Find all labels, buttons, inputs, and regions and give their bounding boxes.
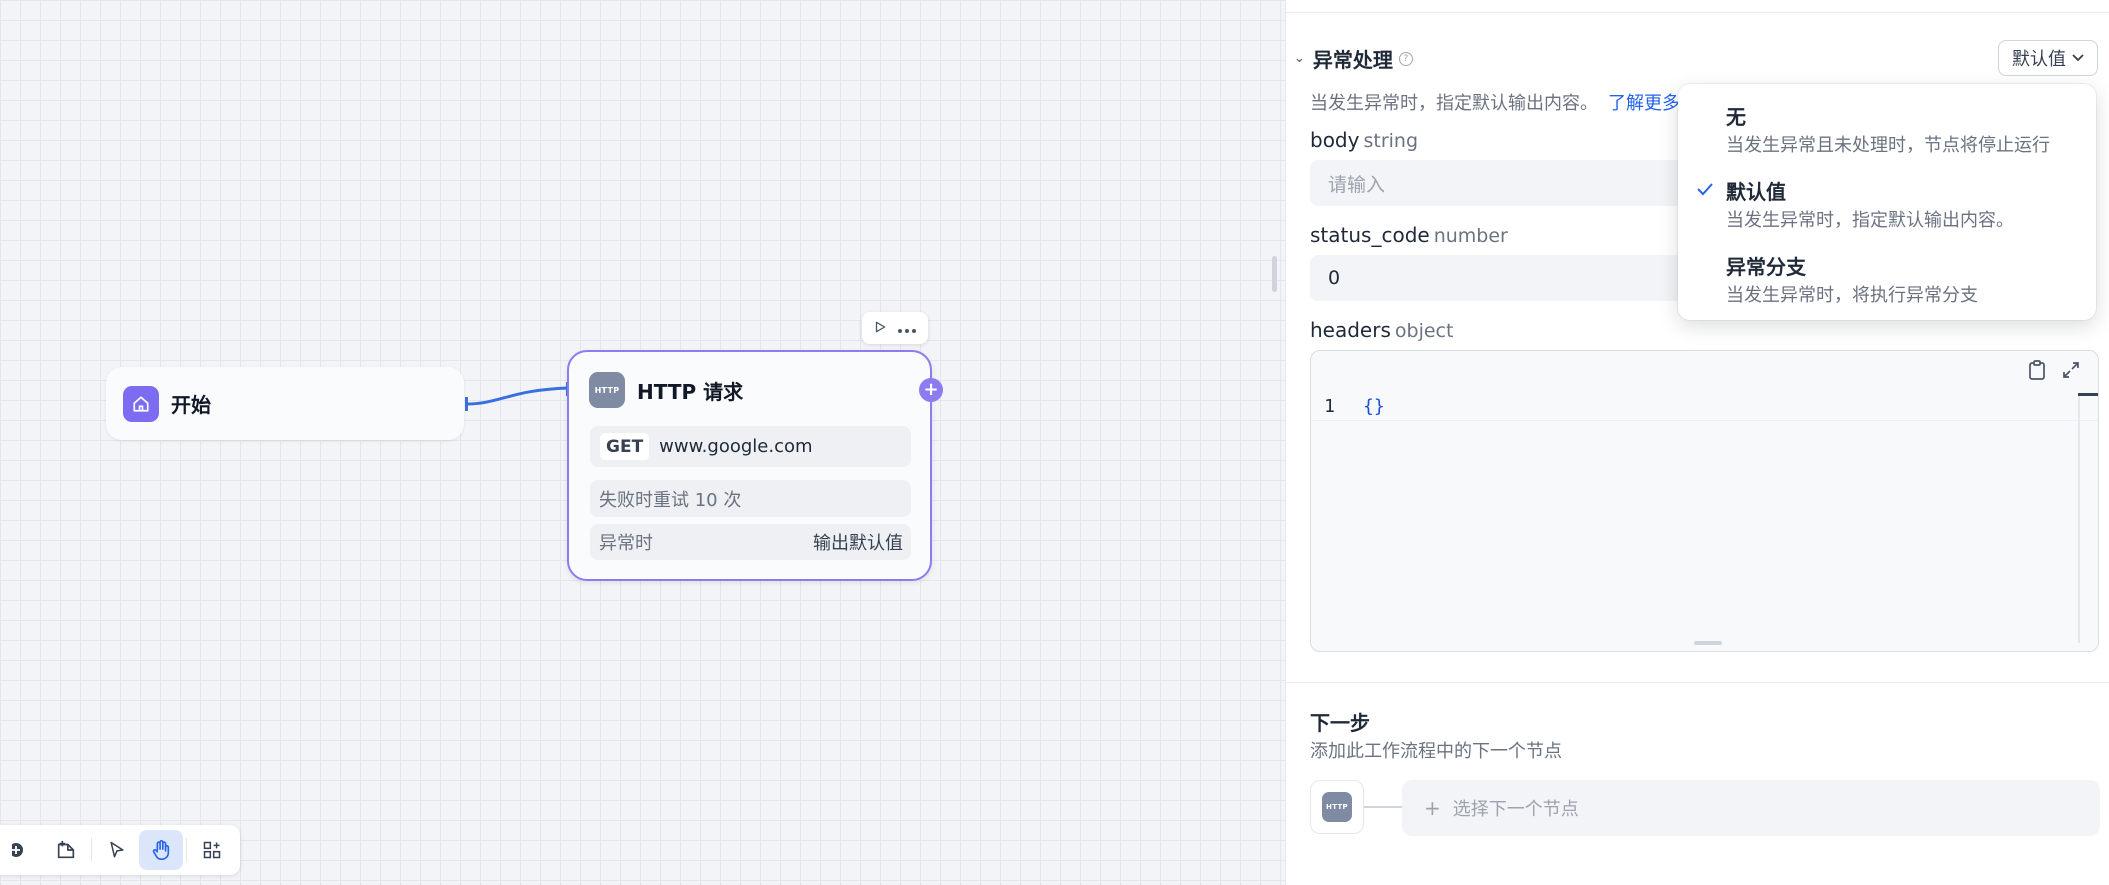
hand-icon[interactable] xyxy=(139,830,183,870)
error-handling-description: 当发生异常时，指定默认输出内容。 了解更多 xyxy=(1310,93,1680,114)
code-content: {} xyxy=(1363,396,1385,417)
organize-nodes-icon[interactable] xyxy=(190,830,234,870)
add-node-icon[interactable] xyxy=(0,830,44,870)
clipboard-icon[interactable] xyxy=(2028,360,2046,384)
line-number: 1 xyxy=(1324,396,1335,417)
node-action-toolbar xyxy=(862,312,928,344)
help-icon[interactable]: ? xyxy=(1398,51,1413,66)
run-icon[interactable] xyxy=(873,319,887,338)
canvas-toolbar xyxy=(0,825,240,875)
status-code-value: 0 xyxy=(1328,267,1341,289)
workflow-canvas[interactable]: 开始 HTTP HTTP 请求 GET www.google.com 失败时重试… xyxy=(0,0,1285,885)
current-node-thumbnail: HTTP xyxy=(1310,780,1364,834)
panel-resize-handle[interactable] xyxy=(1272,256,1277,292)
start-node-title: 开始 xyxy=(171,393,211,417)
pointer-icon[interactable] xyxy=(95,830,139,870)
error-mode-value: 默认值 xyxy=(2012,49,2066,70)
next-step-title: 下一步 xyxy=(1310,711,1370,735)
edge-connector xyxy=(465,382,569,411)
retry-info: 失败时重试 10 次 xyxy=(590,480,911,517)
option-title: 无 xyxy=(1726,105,1746,129)
http-node-title: HTTP 请求 xyxy=(637,379,744,404)
plus-icon: + xyxy=(1424,796,1441,820)
option-fail-branch[interactable]: 异常分支 当发生异常时，将执行异常分支 xyxy=(1678,251,2096,323)
option-description: 当发生异常时，指定默认输出内容。 xyxy=(1726,210,2014,231)
code-line[interactable]: 1 {} xyxy=(1311,393,2098,421)
select-next-node-label: 选择下一个节点 xyxy=(1452,799,1579,820)
option-description: 当发生异常时，将执行异常分支 xyxy=(1726,285,1978,306)
editor-resize-handle[interactable] xyxy=(1694,641,1722,645)
add-next-node-handle[interactable]: + xyxy=(919,378,943,402)
start-node[interactable]: 开始 xyxy=(106,367,464,440)
error-handling-title: 异常处理 xyxy=(1312,48,1393,72)
request-url-row: GET www.google.com xyxy=(590,426,911,467)
headers-code-editor[interactable]: 1 {} xyxy=(1310,350,2099,652)
more-icon[interactable] xyxy=(897,319,917,338)
expand-icon[interactable] xyxy=(2062,361,2080,383)
status-code-field-label: status_code number xyxy=(1310,223,1508,247)
error-handling-info: 异常时 输出默认值 xyxy=(590,524,911,560)
http-icon: HTTP xyxy=(589,372,625,408)
body-field-label: body string xyxy=(1310,128,1419,152)
option-title: 异常分支 xyxy=(1726,255,1806,279)
headers-field-label: headers object xyxy=(1310,318,1454,342)
error-label: 异常时 xyxy=(599,533,653,554)
check-icon xyxy=(1696,180,1714,201)
body-input-placeholder: 请输入 xyxy=(1328,173,1386,196)
option-none[interactable]: 无 当发生异常且未处理时，节点将停止运行 xyxy=(1678,101,2096,173)
http-icon: HTTP xyxy=(1322,792,1352,822)
error-handling-section-header[interactable]: ⌄ 异常处理 ? xyxy=(1294,44,1413,73)
home-icon xyxy=(123,385,159,422)
option-title: 默认值 xyxy=(1726,180,1786,204)
request-url: www.google.com xyxy=(659,436,813,457)
http-request-node[interactable]: HTTP HTTP 请求 GET www.google.com 失败时重试 10… xyxy=(567,350,932,581)
chevron-down-icon xyxy=(2072,54,2084,62)
option-default-value[interactable]: 默认值 当发生异常时，指定默认输出内容。 xyxy=(1678,176,2096,248)
error-mode-select[interactable]: 默认值 xyxy=(1998,40,2098,76)
error-value: 输出默认值 xyxy=(813,533,903,554)
chevron-down-icon[interactable]: ⌄ xyxy=(1294,51,1305,66)
add-note-icon[interactable] xyxy=(44,830,88,870)
select-next-node-button[interactable]: + 选择下一个节点 xyxy=(1402,780,2100,836)
learn-more-link[interactable]: 了解更多 xyxy=(1608,93,1680,114)
option-description: 当发生异常且未处理时，节点将停止运行 xyxy=(1726,135,2050,156)
http-method-badge: GET xyxy=(600,433,650,460)
next-step-description: 添加此工作流程中的下一个节点 xyxy=(1310,741,1562,762)
error-mode-dropdown: 无 当发生异常且未处理时，节点将停止运行 默认值 当发生异常时，指定默认输出内容… xyxy=(1678,84,2096,320)
